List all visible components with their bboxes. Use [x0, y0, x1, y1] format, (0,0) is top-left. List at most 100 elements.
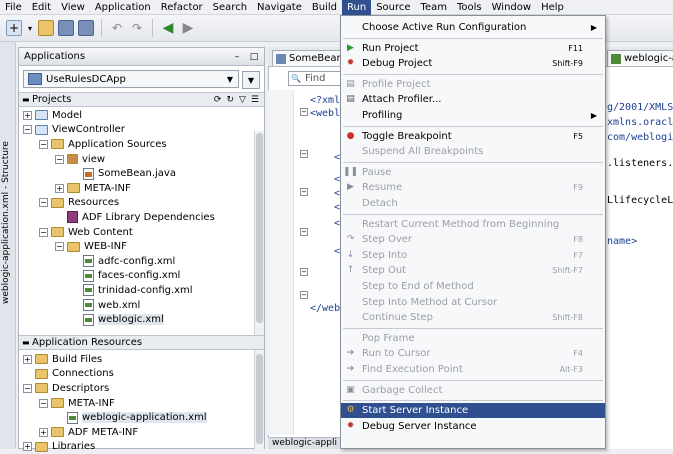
back-icon[interactable]: ◀: [160, 20, 176, 36]
menu-item-toggle-breakpoint[interactable]: ● Toggle Breakpoint F5: [341, 129, 605, 144]
menu-item-pause[interactable]: ❚❚ Pause: [341, 165, 605, 180]
structure-side-tab[interactable]: weblogic-application.xml - Structure: [1, 114, 15, 304]
expand-icon[interactable]: +: [39, 427, 48, 437]
menu-tools[interactable]: Tools: [452, 0, 487, 15]
menu-item-run-to-cursor[interactable]: ➔ Run to Cursor F4: [341, 346, 605, 361]
collapse-icon[interactable]: −: [39, 139, 48, 149]
undo-icon[interactable]: ↶: [109, 20, 125, 36]
collapse-icon[interactable]: −: [55, 242, 64, 252]
tree-item[interactable]: adfc-config.xml: [23, 254, 264, 269]
collapse-icon[interactable]: −: [23, 125, 32, 135]
menu-item-profiling[interactable]: Profiling ▶: [341, 108, 605, 123]
collapse-icon[interactable]: −: [55, 154, 64, 164]
filter-icon[interactable]: ▽: [239, 95, 246, 105]
forward-icon[interactable]: ▶: [180, 20, 196, 36]
menu-item-step-over[interactable]: ↷ Step Over F8: [341, 232, 605, 247]
tree-item[interactable]: − ViewController: [23, 123, 264, 138]
tree-item[interactable]: trinidad-config.xml: [23, 283, 264, 298]
code-fold-icon[interactable]: −: [300, 291, 308, 299]
projects-scrollbar-thumb[interactable]: [256, 133, 263, 323]
resources-scrollbar-thumb[interactable]: [256, 354, 263, 444]
expand-icon[interactable]: +: [23, 442, 32, 452]
tree-item[interactable]: − view: [23, 152, 264, 167]
menu-item-start-server-instance[interactable]: ⚙ Start Server Instance: [341, 403, 605, 419]
chevron-down-icon[interactable]: ▼: [222, 75, 238, 84]
new-file-icon[interactable]: +: [6, 20, 22, 36]
collapse-toggle-icon[interactable]: ▬: [22, 338, 32, 347]
menu-item-step-out[interactable]: ↑ Step Out Shift-F7: [341, 263, 605, 278]
code-fold-icon[interactable]: −: [300, 188, 308, 196]
menu-item-profile-project[interactable]: ▤ Profile Project: [341, 77, 605, 92]
tree-item[interactable]: + Model: [23, 108, 264, 123]
menu-view[interactable]: View: [56, 0, 90, 15]
collapse-icon[interactable]: −: [39, 398, 48, 408]
menu-help[interactable]: Help: [536, 0, 569, 15]
resources-scrollbar[interactable]: [254, 352, 264, 450]
editor-bottom-tab[interactable]: weblogic-appli: [268, 437, 343, 449]
menu-item-attach-profiler[interactable]: ▤ Attach Profiler...: [341, 92, 605, 107]
menu-item-suspend-all-breakpoints[interactable]: Suspend All Breakpoints: [341, 144, 605, 159]
refresh-icon[interactable]: ↻: [226, 95, 234, 105]
tree-item[interactable]: weblogic-application.xml: [23, 410, 255, 425]
projects-section-header[interactable]: ▬ Projects ⟳ ↻ ▽ ☰: [19, 92, 264, 107]
menu-item-choose-active-run-configuration[interactable]: Choose Active Run Configuration ▶: [341, 20, 605, 35]
tree-item[interactable]: + Libraries: [23, 440, 255, 454]
menu-item-run-project[interactable]: ▶ Run Project F11: [341, 41, 605, 56]
tree-item[interactable]: SomeBean.java: [23, 166, 264, 181]
tree-item[interactable]: − WEB-INF: [23, 239, 264, 254]
tree-item[interactable]: − META-INF: [23, 396, 255, 411]
tree-item[interactable]: − Application Sources: [23, 137, 264, 152]
code-fold-icon[interactable]: −: [300, 150, 308, 158]
options-icon[interactable]: ☰: [251, 95, 259, 105]
menu-item-pop-frame[interactable]: Pop Frame: [341, 331, 605, 346]
menu-item-debug-server-instance[interactable]: ✹ Debug Server Instance: [341, 419, 605, 434]
application-menu-button[interactable]: ▼: [242, 71, 260, 89]
menu-window[interactable]: Window: [487, 0, 536, 15]
tree-item[interactable]: faces-config.xml: [23, 269, 264, 284]
tree-item[interactable]: web.xml: [23, 298, 264, 313]
sync-icon[interactable]: ⟳: [214, 95, 222, 105]
menu-edit[interactable]: Edit: [27, 0, 56, 15]
tree-item[interactable]: + Build Files: [23, 352, 255, 367]
tree-item[interactable]: + ADF META-INF: [23, 425, 255, 440]
code-fold-icon[interactable]: −: [300, 108, 308, 116]
menu-item-restart-current-method-from-beginning[interactable]: Restart Current Method from Beginning: [341, 217, 605, 232]
find-input[interactable]: Find: [288, 71, 343, 86]
minimize-icon[interactable]: –: [230, 50, 244, 64]
menu-source[interactable]: Source: [371, 0, 415, 15]
editor-tab-somebean[interactable]: SomeBean.j: [272, 50, 342, 66]
expand-icon[interactable]: +: [23, 354, 32, 364]
menu-team[interactable]: Team: [416, 0, 452, 15]
menu-search[interactable]: Search: [208, 0, 252, 15]
tree-item[interactable]: − Descriptors: [23, 381, 255, 396]
new-dropdown-icon[interactable]: ▾: [26, 20, 34, 36]
collapse-icon[interactable]: −: [39, 227, 48, 237]
menu-item-step-to-end-of-method[interactable]: Step to End of Method: [341, 279, 605, 294]
tree-item[interactable]: Connections: [23, 367, 255, 382]
collapse-toggle-icon[interactable]: ▬: [22, 95, 32, 104]
editor-tab-weblogic-application[interactable]: weblogic-ap: [607, 50, 673, 66]
tree-item[interactable]: weblogic.xml: [23, 312, 264, 327]
menu-item-find-execution-point[interactable]: ➔ Find Execution Point Alt-F3: [341, 362, 605, 377]
menu-item-continue-step[interactable]: Continue Step Shift-F8: [341, 310, 605, 325]
save-icon[interactable]: [58, 20, 74, 36]
application-selector[interactable]: UseRulesDCApp ▼: [23, 70, 239, 88]
open-folder-icon[interactable]: [38, 20, 54, 36]
menu-item-resume[interactable]: ▶ Resume F9: [341, 180, 605, 195]
collapse-icon[interactable]: −: [39, 198, 48, 208]
menu-item-garbage-collect[interactable]: ▣ Garbage Collect: [341, 383, 605, 398]
application-resources-header[interactable]: ▬ Application Resources: [19, 335, 264, 350]
code-fold-icon[interactable]: −: [300, 268, 308, 276]
menu-build[interactable]: Build: [307, 0, 342, 15]
menu-run[interactable]: Run: [342, 0, 372, 15]
collapse-icon[interactable]: −: [23, 383, 32, 393]
redo-icon[interactable]: ↷: [129, 20, 145, 36]
menu-file[interactable]: File: [0, 0, 27, 15]
menu-item-step-into[interactable]: ↓ Step Into F7: [341, 248, 605, 263]
menu-refactor[interactable]: Refactor: [156, 0, 208, 15]
menu-item-detach[interactable]: Detach: [341, 196, 605, 211]
expand-icon[interactable]: +: [23, 110, 32, 120]
expand-icon[interactable]: +: [55, 183, 64, 193]
save-all-icon[interactable]: [78, 20, 94, 36]
tree-item[interactable]: + META-INF: [23, 181, 264, 196]
